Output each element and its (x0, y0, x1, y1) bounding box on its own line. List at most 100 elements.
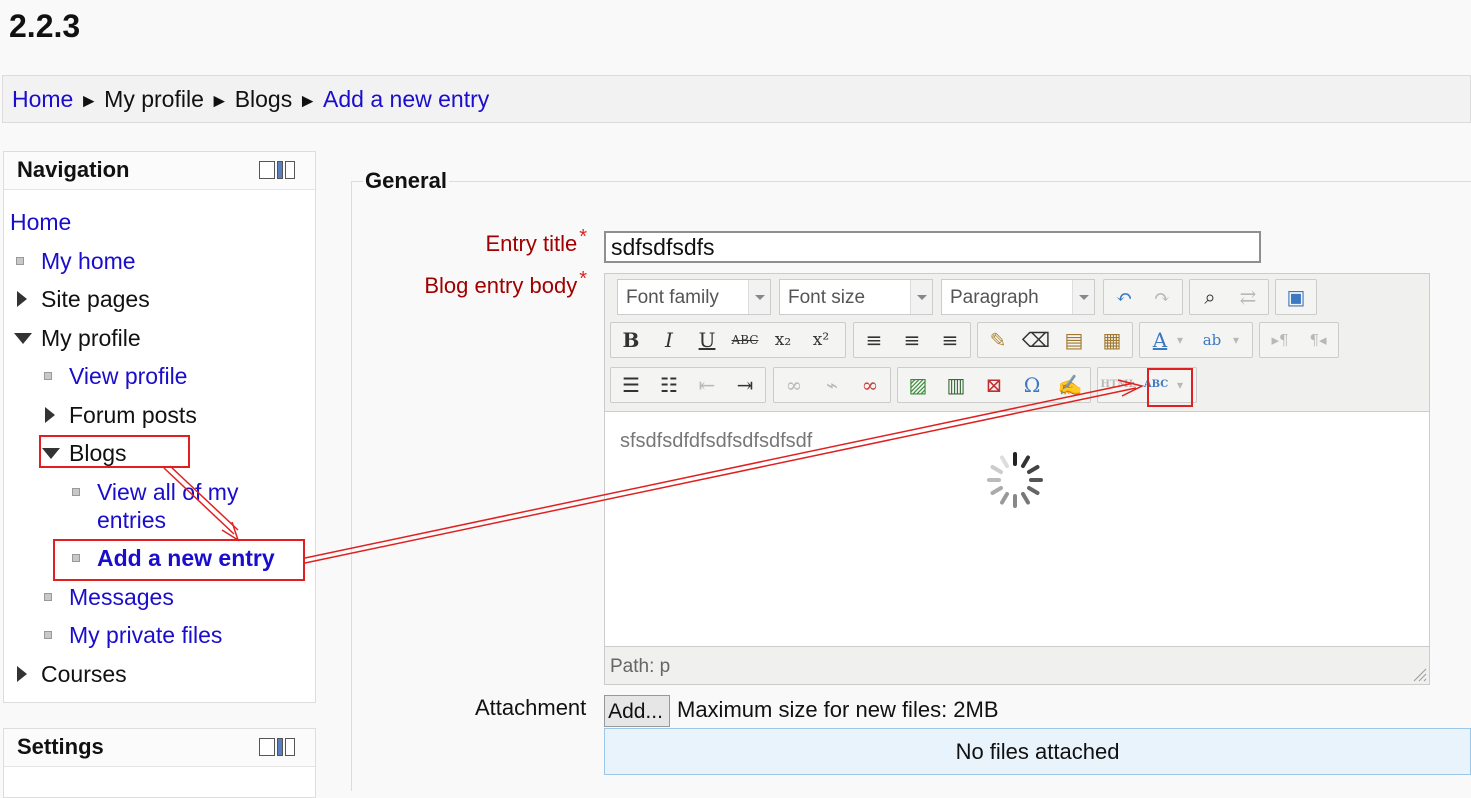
dropdown-arrow-icon[interactable] (910, 280, 932, 314)
dropdown-arrow-icon[interactable]: ▾ (1226, 323, 1246, 357)
nav-link-private-files[interactable]: My private files (69, 622, 222, 648)
nav-item-private-files[interactable]: My private files (42, 621, 222, 649)
underline-icon[interactable]: U (689, 323, 725, 357)
link-icon[interactable]: ∞ (776, 368, 812, 402)
insert-group: ▨ ▥ ⊠ Ω ✍ (897, 367, 1091, 403)
ltr-icon[interactable]: ▸¶ (1262, 323, 1298, 357)
replace-icon[interactable]: ⇄ (1230, 280, 1266, 314)
anchor-link-icon[interactable]: ∞ (852, 368, 888, 402)
nav-item-my-home[interactable]: My home (14, 247, 136, 275)
history-group: ↶ ↷ (1103, 279, 1183, 315)
nav-item-site-pages[interactable]: Site pages (14, 285, 150, 313)
superscript-icon[interactable]: x² (803, 323, 839, 357)
indent-icon[interactable]: ⇥ (727, 368, 763, 402)
bold-icon[interactable]: B (613, 323, 649, 357)
add-file-button[interactable]: Add... (604, 695, 670, 727)
cleanup-brush-icon[interactable]: ✎ (980, 323, 1016, 357)
undo-icon[interactable]: ↶ (1106, 280, 1142, 314)
nav-item-view-profile[interactable]: View profile (42, 362, 187, 390)
find-icon[interactable]: ⌕ (1192, 280, 1228, 314)
align-left-icon[interactable]: ≡ (856, 323, 892, 357)
editor-body-text[interactable]: sfsdfsdfdfsdfsdfsdfsdf (620, 430, 812, 453)
font-size-select[interactable]: Font size (779, 279, 933, 315)
entry-title-input[interactable] (604, 231, 1261, 263)
numbered-list-icon[interactable]: ☷ (651, 368, 687, 402)
hide-block-icon[interactable] (259, 161, 275, 179)
rtl-icon[interactable]: ¶◂ (1300, 323, 1336, 357)
nav-label-forum-posts[interactable]: Forum posts (69, 402, 197, 428)
unlink-icon[interactable]: ⌁ (814, 368, 850, 402)
nav-label-courses[interactable]: Courses (41, 661, 127, 687)
format-select[interactable]: Paragraph (941, 279, 1095, 315)
expand-arrow-icon[interactable] (17, 666, 27, 682)
dropdown-arrow-icon[interactable] (1072, 280, 1094, 314)
nav-link-messages[interactable]: Messages (69, 584, 174, 610)
nav-item-home[interactable]: Home (10, 208, 71, 236)
font-family-select[interactable]: Font family (617, 279, 771, 315)
fullscreen-group: ▣ (1275, 279, 1317, 315)
nav-link-my-home[interactable]: My home (41, 248, 136, 274)
navigation-block: Navigation Home My home Site pages My pr… (3, 151, 316, 703)
paste-word-icon[interactable]: ▦ (1094, 323, 1130, 357)
align-right-icon[interactable]: ≡ (932, 323, 968, 357)
nav-item-courses[interactable]: Courses (14, 660, 127, 688)
eraser-icon[interactable]: ⌫ (1018, 323, 1054, 357)
editor-content-area[interactable]: sfsdfsdfdfsdfsdfsdfsdf (605, 411, 1429, 647)
file-drop-area[interactable]: No files attached (604, 728, 1471, 775)
breadcrumb-current[interactable]: Add a new entry (323, 86, 489, 112)
breadcrumb-separator: ► (298, 91, 318, 112)
paste-text-icon[interactable]: ▤ (1056, 323, 1092, 357)
outdent-icon[interactable]: ⇤ (689, 368, 725, 402)
edit-table-icon[interactable]: ✍ (1052, 368, 1088, 402)
bullet-list-icon[interactable]: ☰ (613, 368, 649, 402)
editor-path-status: Path: p (610, 656, 671, 677)
dock-block-icon[interactable] (277, 161, 283, 179)
special-char-icon[interactable]: Ω (1014, 368, 1050, 402)
dock-block-icon[interactable] (277, 738, 283, 756)
block-controls[interactable] (259, 161, 297, 179)
bullet-icon (44, 631, 52, 639)
block-controls[interactable] (259, 738, 297, 756)
resize-handle-icon[interactable] (1411, 666, 1427, 682)
dropdown-arrow-icon[interactable] (748, 280, 770, 314)
link-group: ∞ ⌁ ∞ (773, 367, 891, 403)
image-icon[interactable]: ▨ (900, 368, 936, 402)
no-autolink-icon[interactable]: ⊠ (976, 368, 1012, 402)
italic-icon[interactable]: I (651, 323, 687, 357)
nav-link-view-all-entries[interactable]: View all of my entries (97, 478, 238, 534)
background-color-icon[interactable]: ab (1194, 323, 1230, 357)
nav-link-view-profile[interactable]: View profile (69, 363, 187, 389)
nav-label-site-pages[interactable]: Site pages (41, 286, 150, 312)
align-center-icon[interactable]: ≡ (894, 323, 930, 357)
redo-icon[interactable]: ↷ (1144, 280, 1180, 314)
font-family-value: Font family (626, 287, 719, 308)
move-block-icon[interactable] (285, 738, 295, 756)
settings-block: Settings (3, 728, 316, 798)
collapse-arrow-icon[interactable] (14, 333, 32, 344)
dropdown-arrow-icon[interactable]: ▾ (1170, 323, 1190, 357)
hide-block-icon[interactable] (259, 738, 275, 756)
nav-item-messages[interactable]: Messages (42, 583, 174, 611)
no-files-text: No files attached (955, 739, 1120, 764)
body-label: Blog entry body * (424, 268, 587, 299)
nav-item-forum-posts[interactable]: Forum posts (42, 401, 197, 429)
fullscreen-icon[interactable]: ▣ (1278, 280, 1314, 314)
expand-arrow-icon[interactable] (45, 407, 55, 423)
html-source-icon[interactable]: HTML (1100, 368, 1136, 402)
breadcrumb: Home ► My profile ► Blogs ► Add a new entry (2, 75, 1471, 123)
nav-label-my-profile[interactable]: My profile (41, 325, 141, 351)
media-icon[interactable]: ▥ (938, 368, 974, 402)
subscript-icon[interactable]: x₂ (765, 323, 801, 357)
nav-link-home[interactable]: Home (10, 209, 71, 235)
nav-item-view-all-entries[interactable]: View all of my entries (70, 478, 238, 534)
breadcrumb-home[interactable]: Home (12, 86, 73, 112)
breadcrumb-separator: ► (209, 91, 229, 112)
bullet-icon (44, 593, 52, 601)
move-block-icon[interactable] (285, 161, 295, 179)
nav-item-my-profile[interactable]: My profile (14, 324, 141, 352)
loading-spinner-icon (987, 452, 1043, 508)
annotation-box-spellcheck (1147, 368, 1193, 407)
expand-arrow-icon[interactable] (17, 291, 27, 307)
breadcrumb-my-profile: My profile (104, 86, 204, 112)
strikethrough-icon[interactable]: ABC (727, 323, 763, 357)
